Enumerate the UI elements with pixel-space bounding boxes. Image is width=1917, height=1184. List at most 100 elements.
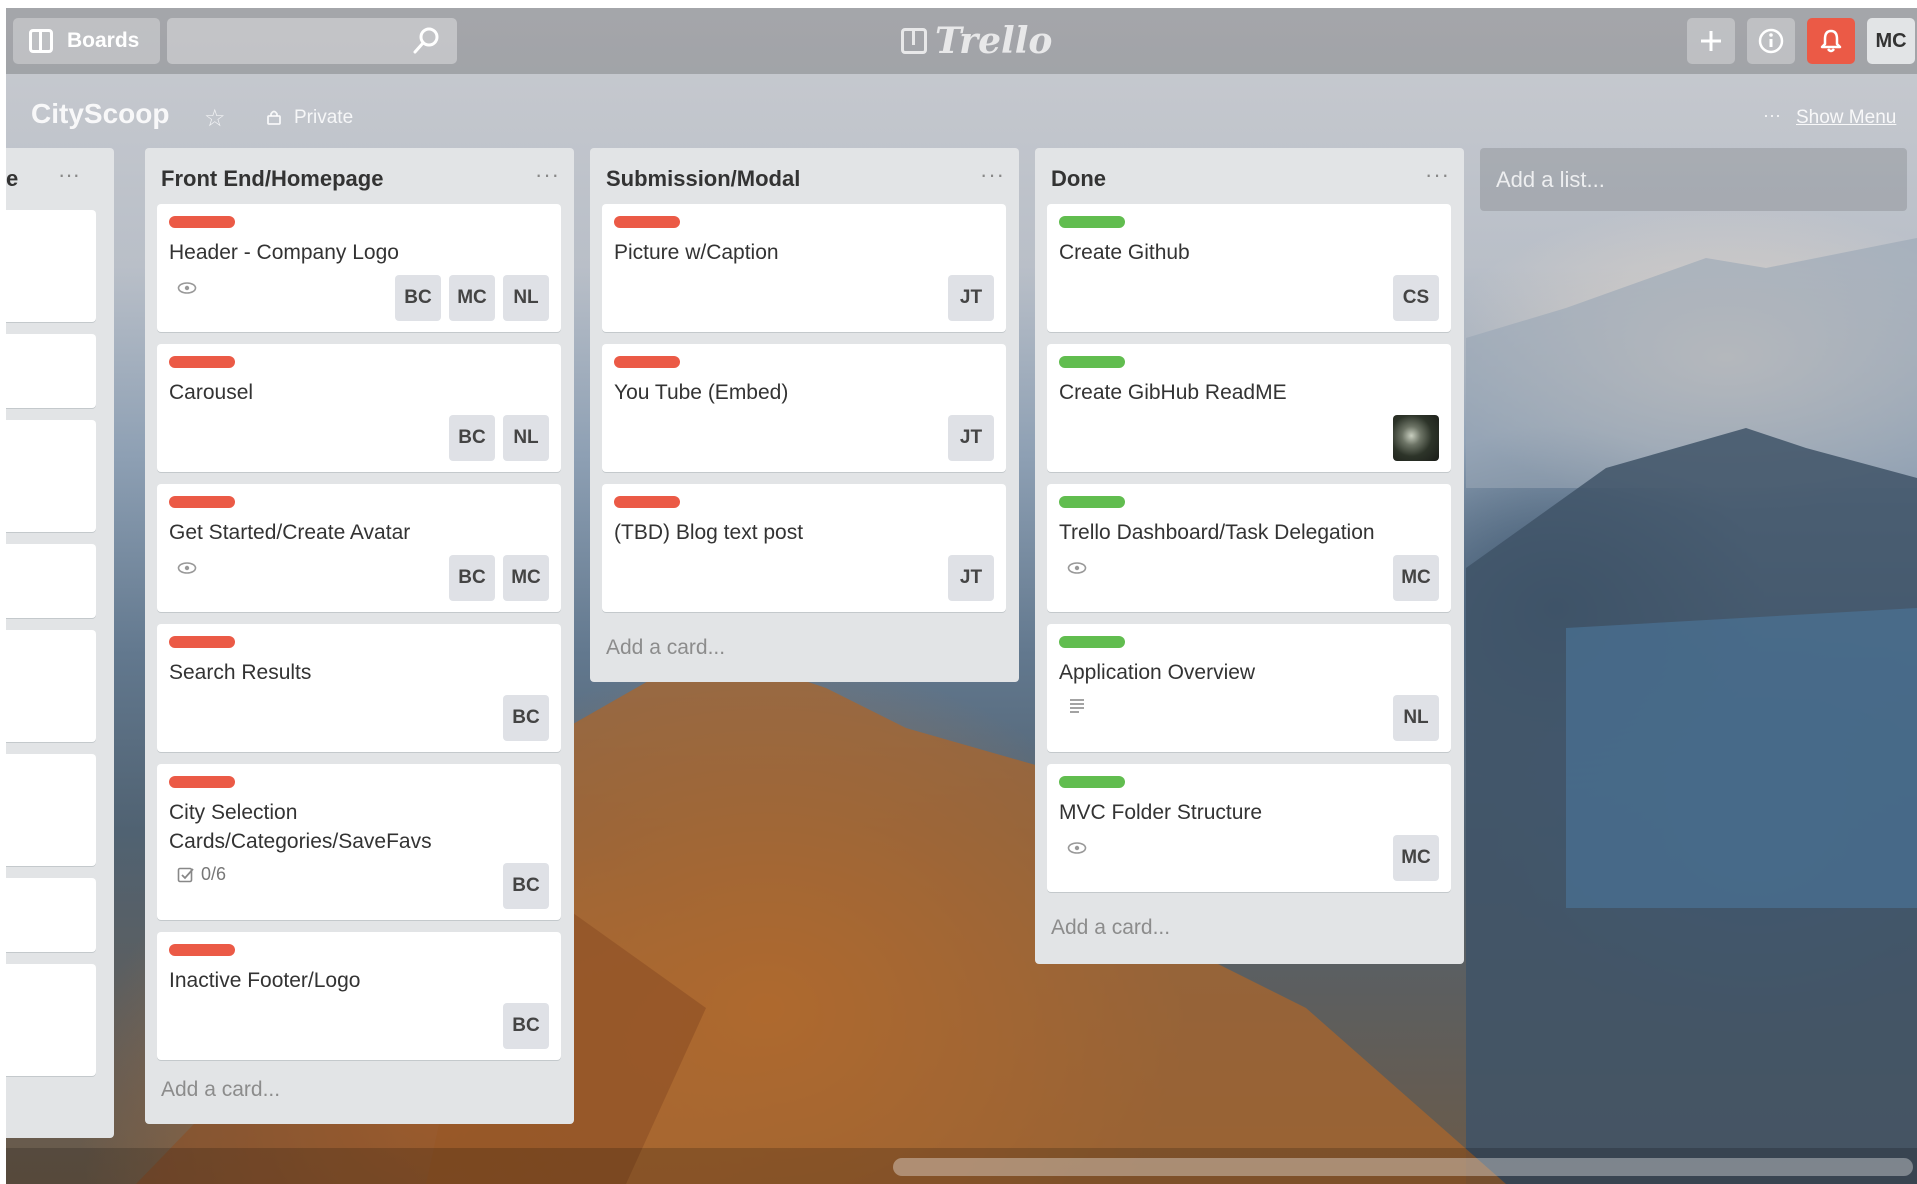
member-avatar[interactable]: BC — [503, 1003, 549, 1049]
list-menu-button[interactable]: ··· — [535, 162, 560, 188]
list-card[interactable] — [6, 878, 96, 952]
member-avatar[interactable]: MC — [503, 555, 549, 601]
list-card[interactable] — [6, 754, 96, 866]
add-button[interactable] — [1687, 18, 1735, 64]
member-avatar[interactable]: BC — [503, 863, 549, 909]
horizontal-scrollbar-thumb[interactable] — [893, 1158, 1913, 1176]
board-canvas: Boards Trello MC CityScoop ☆ Private ···… — [6, 8, 1917, 1184]
card-title-line: Cards/Categories/SaveFavs — [169, 830, 432, 853]
bell-icon — [1820, 29, 1842, 53]
list-card[interactable] — [6, 630, 96, 742]
notifications-button[interactable] — [1807, 18, 1855, 64]
card-trello-dashboard[interactable]: Trello Dashboard/Task Delegation MC — [1047, 484, 1451, 612]
card-label[interactable] — [1059, 216, 1125, 228]
list-menu-button[interactable]: ··· — [1425, 162, 1450, 188]
add-card-button[interactable]: Add a card... — [161, 1078, 280, 1102]
list-title[interactable]: Front End/Homepage — [161, 166, 383, 192]
eye-icon — [177, 282, 197, 294]
list-partial: e ··· — [6, 148, 114, 1138]
card-label[interactable] — [614, 496, 680, 508]
list-card[interactable] — [6, 420, 96, 532]
card-label[interactable] — [614, 216, 680, 228]
checklist-badge: 0/6 — [177, 864, 226, 885]
card-blog-text-post[interactable]: (TBD) Blog text post JT — [602, 484, 1006, 612]
list-menu-button[interactable]: ··· — [980, 162, 1005, 188]
card-title: Create Github — [1059, 241, 1190, 264]
member-avatar[interactable]: BC — [449, 415, 495, 461]
boards-label: Boards — [67, 29, 140, 52]
card-label[interactable] — [1059, 636, 1125, 648]
card-label[interactable] — [169, 776, 235, 788]
member-avatar[interactable]: BC — [449, 555, 495, 601]
member-avatar[interactable]: MC — [449, 275, 495, 321]
card-header-company-logo[interactable]: Header - Company Logo BC MC NL — [157, 204, 561, 332]
member-photo-avatar[interactable] — [1393, 415, 1439, 461]
add-card-button[interactable]: Add a card... — [606, 636, 725, 660]
add-list-button[interactable]: Add a list... — [1480, 148, 1907, 211]
member-avatar[interactable]: BC — [503, 695, 549, 741]
card-create-github[interactable]: Create Github CS — [1047, 204, 1451, 332]
card-create-github-readme[interactable]: Create GibHub ReadME — [1047, 344, 1451, 472]
member-initials: MC — [1875, 29, 1907, 52]
card-carousel[interactable]: Carousel BC NL — [157, 344, 561, 472]
member-avatar[interactable]: JT — [948, 555, 994, 601]
member-avatar[interactable]: MC — [1393, 835, 1439, 881]
member-avatar[interactable]: JT — [948, 415, 994, 461]
card-label[interactable] — [169, 636, 235, 648]
card-youtube-embed[interactable]: You Tube (Embed) JT — [602, 344, 1006, 472]
card-label[interactable] — [169, 356, 235, 368]
card-get-started-create-avatar[interactable]: Get Started/Create Avatar BC MC — [157, 484, 561, 612]
member-avatar[interactable]: NL — [1393, 695, 1439, 741]
checklist-icon — [177, 867, 194, 882]
visibility-label[interactable]: Private — [294, 107, 353, 129]
member-avatar[interactable]: MC — [1393, 555, 1439, 601]
list-title[interactable]: Done — [1051, 166, 1106, 192]
list-card[interactable] — [6, 334, 96, 408]
trello-logo[interactable]: Trello — [901, 18, 1052, 64]
card-search-results[interactable]: Search Results BC — [157, 624, 561, 752]
list-done: Done ··· Create Github CS Create GibHub … — [1035, 148, 1464, 964]
card-label[interactable] — [1059, 496, 1125, 508]
card-title-line: City Selection — [169, 801, 298, 824]
add-icon — [1701, 31, 1721, 51]
card-title: Carousel — [169, 381, 254, 404]
boards-button[interactable]: Boards — [13, 18, 160, 64]
member-avatar[interactable]: JT — [948, 275, 994, 321]
member-avatar[interactable]: NL — [503, 415, 549, 461]
show-menu-link[interactable]: Show Menu — [1796, 107, 1896, 129]
card-title: City Selection Cards/Categories/SaveFavs — [169, 798, 432, 856]
board-title[interactable]: CityScoop — [31, 98, 169, 130]
menu-dots-icon[interactable]: ··· — [1763, 105, 1781, 126]
list-card[interactable] — [6, 544, 96, 618]
member-avatar[interactable]: NL — [503, 275, 549, 321]
card-mvc-folder-structure[interactable]: MVC Folder Structure MC — [1047, 764, 1451, 892]
add-card-button[interactable]: Add a card... — [1051, 916, 1170, 940]
eye-icon — [1067, 562, 1087, 574]
list-card[interactable] — [6, 210, 96, 322]
member-avatar[interactable]: CS — [1393, 275, 1439, 321]
info-button[interactable] — [1747, 18, 1795, 64]
list-title[interactable]: Submission/Modal — [606, 166, 800, 192]
card-title: Create GibHub ReadME — [1059, 381, 1287, 404]
member-avatar[interactable]: BC — [395, 275, 441, 321]
list-menu-button[interactable]: ··· — [58, 162, 80, 188]
card-label[interactable] — [614, 356, 680, 368]
card-label[interactable] — [169, 216, 235, 228]
star-icon[interactable]: ☆ — [204, 104, 226, 133]
card-label[interactable] — [169, 944, 235, 956]
card-title: Inactive Footer/Logo — [169, 969, 361, 992]
boards-icon — [29, 29, 53, 53]
info-icon — [1758, 28, 1784, 54]
card-inactive-footer-logo[interactable]: Inactive Footer/Logo BC — [157, 932, 561, 1060]
card-picture-caption[interactable]: Picture w/Caption JT — [602, 204, 1006, 332]
card-label[interactable] — [169, 496, 235, 508]
card-label[interactable] — [1059, 356, 1125, 368]
member-avatar-button[interactable]: MC — [1867, 18, 1915, 64]
card-city-selection[interactable]: City Selection Cards/Categories/SaveFavs… — [157, 764, 561, 920]
card-title: Picture w/Caption — [614, 241, 779, 264]
list-card[interactable] — [6, 964, 96, 1076]
eye-icon — [177, 562, 197, 574]
card-application-overview[interactable]: Application Overview NL — [1047, 624, 1451, 752]
card-label[interactable] — [1059, 776, 1125, 788]
search-icon[interactable] — [411, 26, 441, 56]
